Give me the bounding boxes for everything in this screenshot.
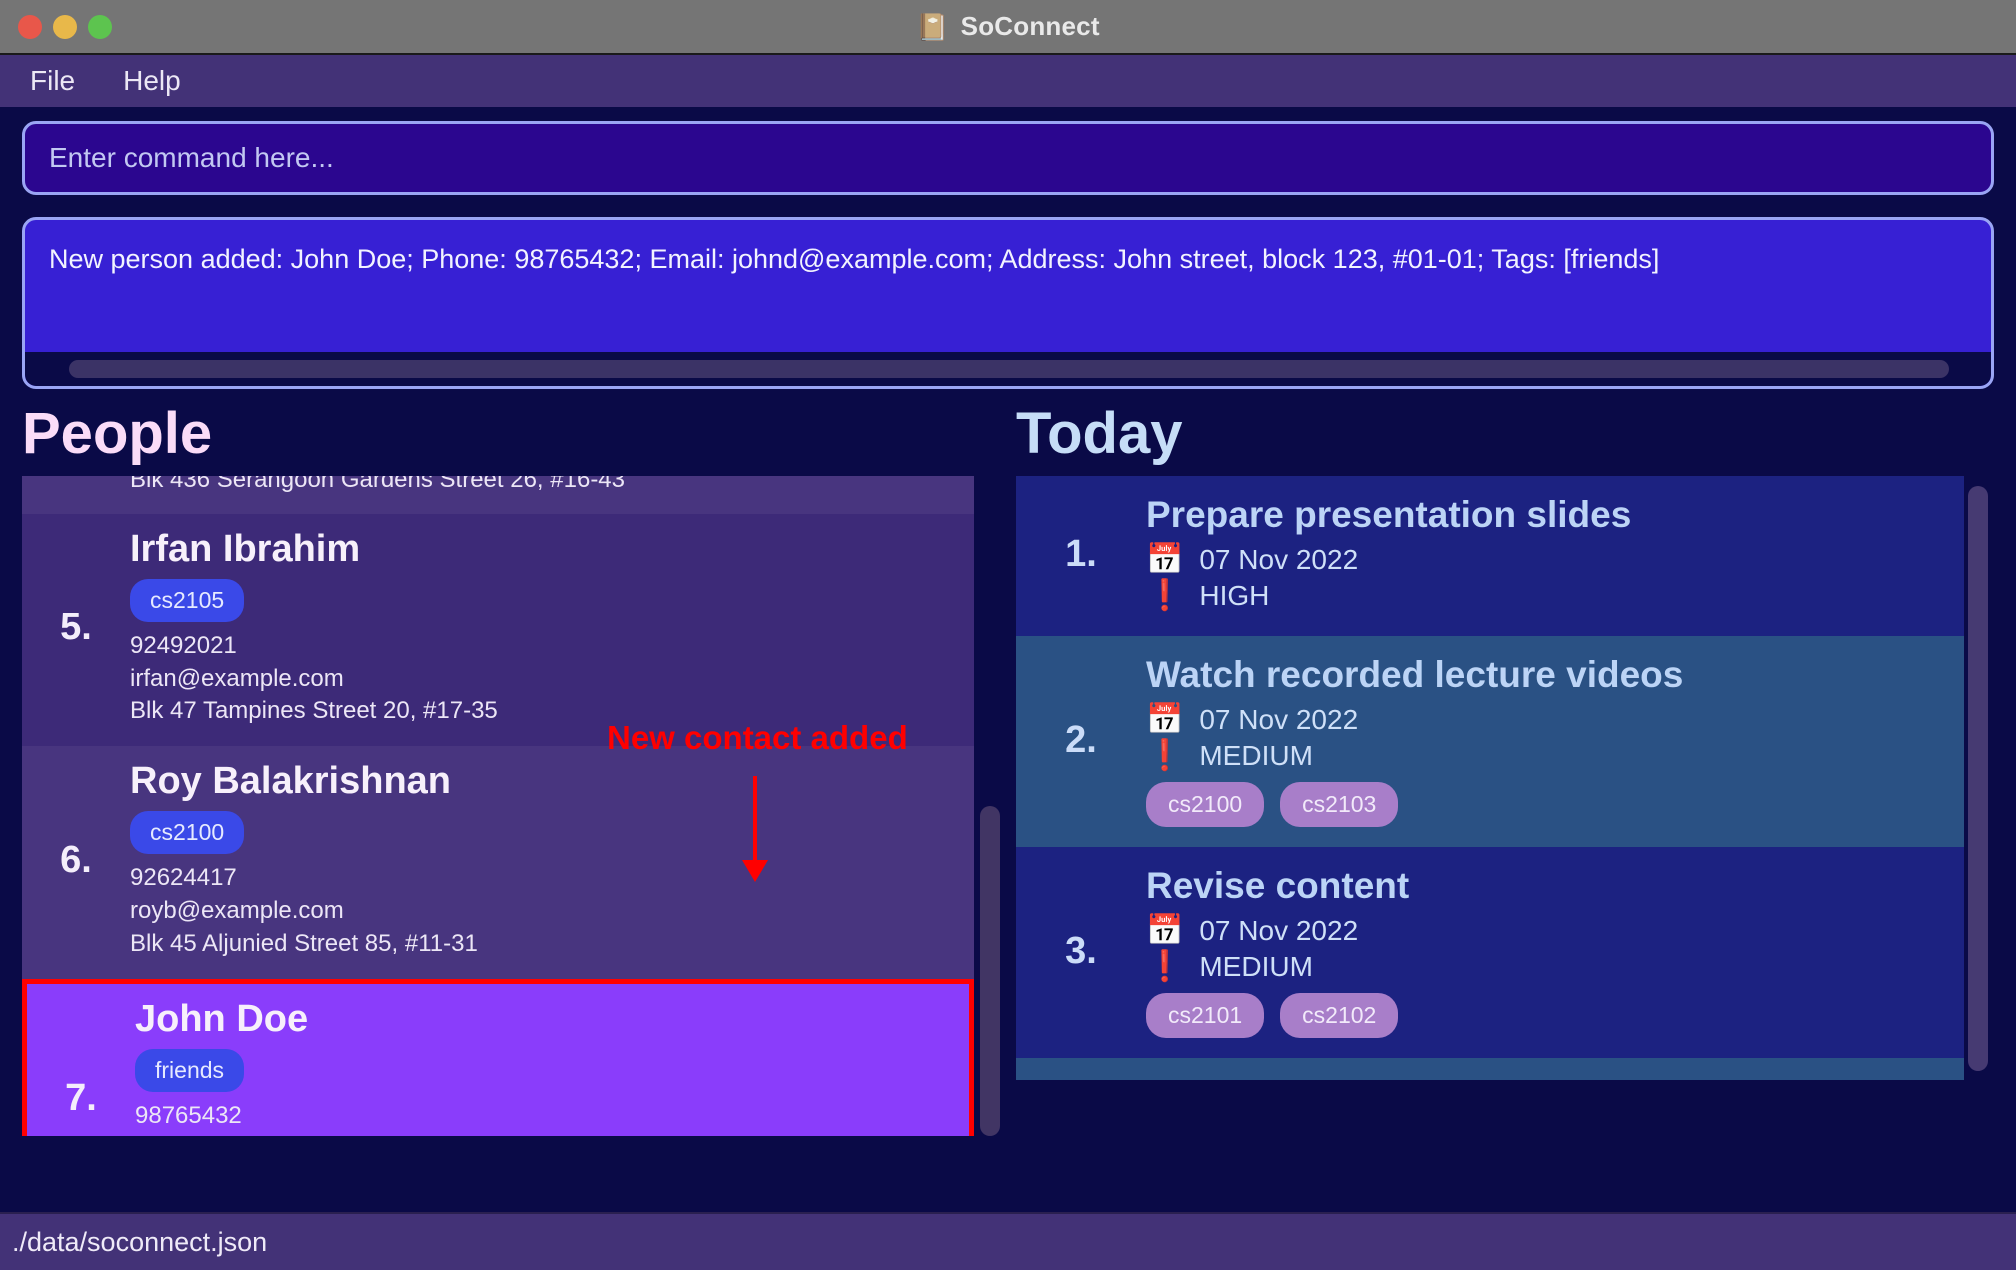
person-address: Blk 436 Serangoon Gardens Street 26, #16… <box>130 475 625 493</box>
task-date: 07 Nov 2022 <box>1199 914 1359 946</box>
title-bar: 📔 SoConnect <box>0 0 2016 55</box>
task-priority: HIGH <box>1199 579 1270 611</box>
person-tag[interactable]: cs2105 <box>130 578 245 622</box>
today-list: 1. Prepare presentation slides 📅 07 Nov … <box>1016 475 2016 1136</box>
command-input[interactable]: Enter command here... <box>22 121 1994 195</box>
notebook-icon: 📔 <box>916 11 949 42</box>
task-index: 3. <box>1065 929 1097 972</box>
task-details: Watch recorded lecture videos 📅 07 Nov 2… <box>1146 654 1964 827</box>
task-list-item[interactable]: 2. Watch recorded lecture videos 📅 07 No… <box>1016 635 1964 847</box>
annotation-arrow-head <box>742 859 768 882</box>
person-index: 5. <box>60 606 92 649</box>
result-horizontal-scrollbar[interactable] <box>25 352 1991 386</box>
task-priority-row: ❗ MEDIUM <box>1146 740 1964 772</box>
annotation-label: New contact added <box>607 718 908 756</box>
window-title-group: 📔 SoConnect <box>916 11 1099 42</box>
person-tag[interactable]: friends <box>135 1048 245 1092</box>
task-list-item[interactable]: 3. Revise content 📅 07 Nov 2022 ❗ MEDIUM <box>1016 846 1964 1058</box>
annotation-arrow-line <box>753 775 757 864</box>
person-tags: cs2105 <box>130 578 974 622</box>
person-name: Roy Balakrishnan <box>130 760 451 803</box>
main-content: People Blk 436 Serangoon Gardens Street … <box>0 399 2016 1151</box>
people-panel-title: People <box>22 401 213 466</box>
result-text: New person added: John Doe; Phone: 98765… <box>49 244 1660 274</box>
person-details: Irfan Ibrahim cs2105 92492021 irfan@exam… <box>130 528 974 729</box>
close-button[interactable] <box>18 14 42 39</box>
maximize-button[interactable] <box>88 14 112 39</box>
task-tag[interactable]: cs2100 <box>1146 781 1265 827</box>
task-priority: MEDIUM <box>1199 739 1313 771</box>
task-priority: MEDIUM <box>1199 950 1313 982</box>
people-panel: People Blk 436 Serangoon Gardens Street … <box>22 399 1000 1151</box>
task-priority-row: ❗ HIGH <box>1146 580 1964 612</box>
task-date-row: 📅 07 Nov 2022 <box>1146 544 1964 576</box>
today-panel-title: Today <box>1016 401 1183 466</box>
people-scroll-thumb[interactable] <box>980 805 1000 1136</box>
person-name: John Doe <box>135 997 309 1040</box>
person-phone: 98765432 <box>135 1101 242 1129</box>
task-index: 1. <box>1065 533 1097 576</box>
person-index: 6. <box>60 839 92 882</box>
task-tag[interactable]: cs2102 <box>1280 992 1399 1038</box>
person-index: 7. <box>65 1076 97 1119</box>
person-list-item-clipped: Blk 436 Serangoon Gardens Street 26, #16… <box>22 475 974 514</box>
task-name: Watch recorded lecture videos <box>1146 653 1684 695</box>
command-placeholder: Enter command here... <box>49 142 334 173</box>
today-scrollbar[interactable] <box>1968 476 1988 1136</box>
task-tags: cs2100 cs2103 <box>1146 781 1964 827</box>
person-phone: 92624417 <box>130 864 237 892</box>
person-list-item-highlighted[interactable]: 7. John Doe friends 98765432 johnd@examp… <box>22 978 974 1136</box>
calendar-icon: 📅 <box>1146 542 1184 576</box>
people-scrollbar[interactable] <box>980 476 1000 1136</box>
person-details: John Doe friends 98765432 johnd@example.… <box>135 998 969 1136</box>
calendar-icon: 📅 <box>1146 702 1184 736</box>
task-list-item-clipped <box>1016 1057 1964 1080</box>
window-controls <box>18 0 112 53</box>
menu-item-file[interactable]: File <box>30 65 75 97</box>
exclamation-diamond-icon: ❗ <box>1146 738 1184 772</box>
task-date-row: 📅 07 Nov 2022 <box>1146 704 1964 736</box>
person-list-item[interactable]: 5. Irfan Ibrahim cs2105 92492021 irfan@e… <box>22 513 974 747</box>
person-email: johnd@example.com <box>135 1133 969 1136</box>
person-phone: 92492021 <box>130 631 237 659</box>
command-area: Enter command here... New person added: … <box>0 107 2016 399</box>
person-email: royb@example.com <box>130 897 344 925</box>
person-email: irfan@example.com <box>130 664 344 692</box>
task-index: 2. <box>1065 718 1097 761</box>
task-details: Prepare presentation slides 📅 07 Nov 202… <box>1146 494 1964 616</box>
task-tag[interactable]: cs2101 <box>1146 992 1265 1038</box>
exclamation-diamond-icon: ❗ <box>1146 949 1184 983</box>
task-tags: cs2101 cs2102 <box>1146 992 1964 1038</box>
person-list-item[interactable]: 6. Roy Balakrishnan cs2100 92624417 royb… <box>22 746 974 979</box>
people-list: Blk 436 Serangoon Gardens Street 26, #16… <box>22 475 1000 1136</box>
task-date: 07 Nov 2022 <box>1199 543 1359 575</box>
person-tags: friends <box>135 1048 969 1092</box>
task-name: Prepare presentation slides <box>1146 493 1632 535</box>
window-title: SoConnect <box>960 11 1100 41</box>
person-tag[interactable]: cs2100 <box>130 811 245 855</box>
task-list-item[interactable]: 1. Prepare presentation slides 📅 07 Nov … <box>1016 475 1964 636</box>
task-priority-row: ❗ MEDIUM <box>1146 951 1964 983</box>
task-date-row: 📅 07 Nov 2022 <box>1146 915 1964 947</box>
status-file-path: ./data/soconnect.json <box>12 1226 268 1257</box>
task-tag[interactable]: cs2103 <box>1280 781 1399 827</box>
task-details: Revise content 📅 07 Nov 2022 ❗ MEDIUM cs… <box>1146 865 1964 1038</box>
minimize-button[interactable] <box>53 14 77 39</box>
today-panel: Today 1. Prepare presentation slides 📅 0… <box>1016 399 2016 1151</box>
today-scroll-thumb[interactable] <box>1968 485 1988 1071</box>
person-name: Irfan Ibrahim <box>130 527 361 570</box>
person-address: Blk 45 Aljunied Street 85, #11-31 <box>130 930 478 957</box>
exclamation-diamond-icon: ❗ <box>1146 578 1184 612</box>
status-bar: ./data/soconnect.json <box>0 1212 2016 1270</box>
person-details: Roy Balakrishnan cs2100 92624417 royb@ex… <box>130 760 974 961</box>
task-name: Revise content <box>1146 864 1410 906</box>
calendar-icon: 📅 <box>1146 913 1184 947</box>
menu-bar: File Help <box>0 55 2016 107</box>
result-horizontal-scroll-thumb[interactable] <box>69 360 1949 378</box>
task-date: 07 Nov 2022 <box>1199 703 1359 735</box>
app-window: 📔 SoConnect File Help Enter command here… <box>0 0 2016 1270</box>
person-tags: cs2100 <box>130 811 974 855</box>
result-display: New person added: John Doe; Phone: 98765… <box>22 217 1994 389</box>
menu-item-help[interactable]: Help <box>123 65 181 97</box>
